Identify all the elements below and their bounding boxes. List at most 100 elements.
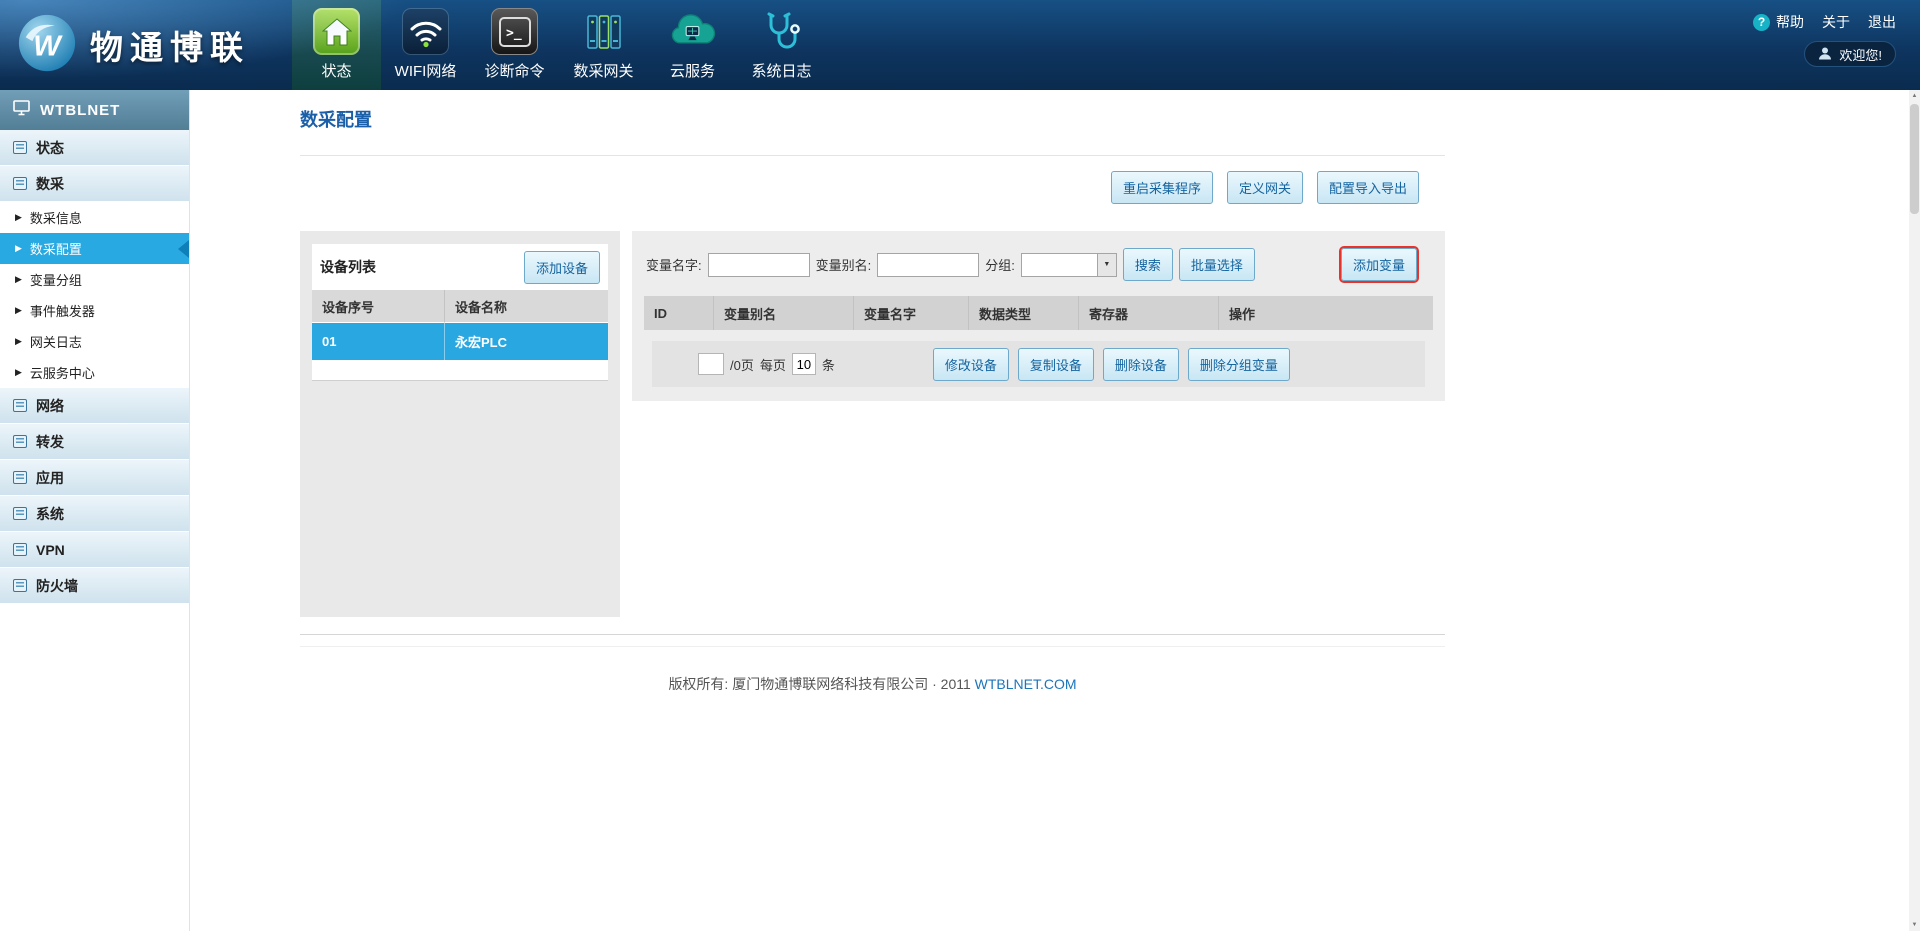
site-link[interactable]: WTBLNET.COM — [975, 676, 1077, 692]
group-select[interactable]: ▼ — [1021, 253, 1117, 277]
device-no-column-header: 设备序号 — [312, 290, 444, 323]
svg-text:W: W — [33, 30, 63, 62]
device-row-selected[interactable]: 01 永宏PLC — [312, 323, 608, 360]
sidebar-item-application[interactable]: 应用 — [0, 460, 189, 496]
per-page-input[interactable] — [792, 353, 816, 375]
sidebar-subitem-event-trigger[interactable]: ▶ 事件触发器 — [0, 295, 189, 326]
toolbar: 重启采集程序 定义网关 配置导入导出 — [300, 171, 1419, 204]
user-icon — [1818, 46, 1832, 63]
variable-panel: 变量名字: 变量别名: 分组: ▼ 搜索 批量选择 添加变量 — [632, 231, 1445, 401]
search-button[interactable]: 搜索 — [1123, 248, 1173, 281]
nav-tab-status[interactable]: 状态 — [292, 0, 381, 90]
sidebar-subitem-label: 数采信息 — [30, 208, 82, 227]
triangle-icon: ▶ — [15, 336, 22, 347]
nav-tab-diagnostic[interactable]: >_ 诊断命令 — [470, 0, 559, 90]
nav-label-diagnostic: 诊断命令 — [484, 60, 544, 81]
gateway-icon — [580, 8, 627, 55]
sidebar-subitem-variable-group[interactable]: ▶ 变量分组 — [0, 264, 189, 295]
variable-name-input[interactable] — [708, 253, 810, 277]
copyright-text: 版权所有: 厦门物通博联网络科技有限公司 · 2011 — [668, 676, 970, 692]
device-name-column-header: 设备名称 — [444, 290, 608, 323]
define-gateway-button[interactable]: 定义网关 — [1227, 171, 1303, 204]
terminal-icon: >_ — [491, 8, 538, 55]
add-variable-button[interactable]: 添加变量 — [1341, 248, 1417, 281]
vertical-scrollbar[interactable]: ▲ ▼ — [1909, 90, 1920, 931]
nav-tab-wifi[interactable]: WIFI网络 — [381, 0, 470, 90]
brand-name: 物通博联 — [90, 21, 250, 69]
delete-group-variables-button[interactable]: 删除分组变量 — [1188, 348, 1290, 381]
sidebar-item-status[interactable]: 状态 — [0, 130, 189, 166]
sidebar-subitem-gateway-log[interactable]: ▶ 网关日志 — [0, 326, 189, 357]
device-list-title: 设备列表 — [320, 257, 376, 277]
sidebar-subitem-cloud-center[interactable]: ▶ 云服务中心 — [0, 357, 189, 388]
help-icon[interactable]: ? — [1753, 14, 1770, 31]
sidebar-subitem-data-info[interactable]: ▶ 数采信息 — [0, 202, 189, 233]
main-nav: 状态 WIFI网络 >_ 诊断命令 — [292, 0, 826, 90]
variable-box: 变量名字: 变量别名: 分组: ▼ 搜索 批量选择 添加变量 — [632, 231, 1445, 401]
restart-collector-button[interactable]: 重启采集程序 — [1111, 171, 1213, 204]
scroll-up-icon[interactable]: ▲ — [1909, 90, 1920, 102]
list-icon — [13, 471, 27, 484]
per-page-label: 每页 — [760, 355, 786, 374]
list-icon — [13, 399, 27, 412]
nav-tab-cloud[interactable]: 云服务 — [648, 0, 737, 90]
about-link[interactable]: 关于 — [1822, 12, 1850, 32]
sidebar-item-label: 转发 — [36, 432, 64, 452]
footer-text: 版权所有: 厦门物通博联网络科技有限公司 · 2011 WTBLNET.COM — [300, 674, 1445, 694]
sidebar-item-label: 应用 — [36, 468, 64, 488]
logout-link[interactable]: 退出 — [1868, 12, 1896, 32]
sidebar-item-network[interactable]: 网络 — [0, 388, 189, 424]
device-action-buttons: 修改设备 复制设备 删除设备 删除分组变量 — [933, 348, 1290, 381]
variable-name-label: 变量名字: — [646, 255, 702, 274]
brand: W 物通博联 — [0, 0, 292, 90]
variable-alias-label: 变量别名: — [816, 255, 872, 274]
footer-divider-light — [300, 646, 1445, 647]
chevron-down-icon: ▼ — [1097, 254, 1116, 276]
variable-filter-row: 变量名字: 变量别名: 分组: ▼ 搜索 批量选择 添加变量 — [644, 241, 1433, 296]
batch-select-button[interactable]: 批量选择 — [1179, 248, 1255, 281]
list-icon — [13, 177, 27, 190]
scroll-down-icon[interactable]: ▼ — [1909, 919, 1920, 931]
triangle-icon: ▶ — [15, 367, 22, 378]
sidebar-subitem-label: 网关日志 — [30, 332, 82, 351]
monitor-icon — [13, 100, 30, 120]
list-icon — [13, 141, 27, 154]
delete-device-button[interactable]: 删除设备 — [1103, 348, 1179, 381]
sidebar-item-vpn[interactable]: VPN — [0, 532, 189, 568]
sidebar-title: WTBLNET — [40, 102, 120, 119]
sidebar-item-data-collection[interactable]: 数采 — [0, 166, 189, 202]
config-import-export-button[interactable]: 配置导入导出 — [1317, 171, 1419, 204]
device-list-header: 设备列表 添加设备 — [312, 244, 608, 290]
variable-alias-input[interactable] — [877, 253, 979, 277]
top-header: W 物通博联 状态 WIFI网络 — [0, 0, 1920, 90]
sidebar-item-firewall[interactable]: 防火墙 — [0, 568, 189, 604]
nav-label-gateway: 数采网关 — [573, 60, 633, 81]
name-column-header: 变量名字 — [854, 296, 969, 330]
welcome-pill: 欢迎您! — [1804, 41, 1896, 67]
sidebar-subitem-label: 变量分组 — [30, 270, 82, 289]
list-icon — [13, 507, 27, 520]
triangle-icon: ▶ — [15, 274, 22, 285]
nav-tab-gateway[interactable]: 数采网关 — [559, 0, 648, 90]
wifi-icon — [402, 8, 449, 55]
variable-table-header: ID 变量别名 变量名字 数据类型 寄存器 操作 — [644, 296, 1433, 330]
scrollbar-thumb[interactable] — [1910, 104, 1919, 214]
sidebar-item-forwarding[interactable]: 转发 — [0, 424, 189, 460]
id-column-header: ID — [644, 296, 714, 330]
nav-tab-syslog[interactable]: 系统日志 — [737, 0, 826, 90]
sidebar-subitem-data-config[interactable]: ▶ 数采配置 — [0, 233, 189, 264]
list-icon — [13, 435, 27, 448]
main-content: 数采配置 重启采集程序 定义网关 配置导入导出 设备列表 添加设备 设备序号 设… — [190, 90, 1920, 931]
help-link[interactable]: 帮助 — [1776, 12, 1804, 32]
sidebar-item-label: 网络 — [36, 396, 64, 416]
page-number-input[interactable] — [698, 353, 724, 375]
sidebar-item-system[interactable]: 系统 — [0, 496, 189, 532]
footer: 版权所有: 厦门物通博联网络科技有限公司 · 2011 WTBLNET.COM — [300, 634, 1445, 694]
modify-device-button[interactable]: 修改设备 — [933, 348, 1009, 381]
copy-device-button[interactable]: 复制设备 — [1018, 348, 1094, 381]
sidebar: WTBLNET 状态 数采 ▶ 数采信息 ▶ 数采配置 ▶ 变量分组 ▶ 事件触… — [0, 90, 190, 931]
sidebar-header: WTBLNET — [0, 90, 189, 130]
sidebar-item-label: 数采 — [36, 174, 64, 194]
add-device-button[interactable]: 添加设备 — [524, 251, 600, 284]
header-right: ? 帮助 关于 退出 欢迎您! — [1753, 0, 1920, 90]
